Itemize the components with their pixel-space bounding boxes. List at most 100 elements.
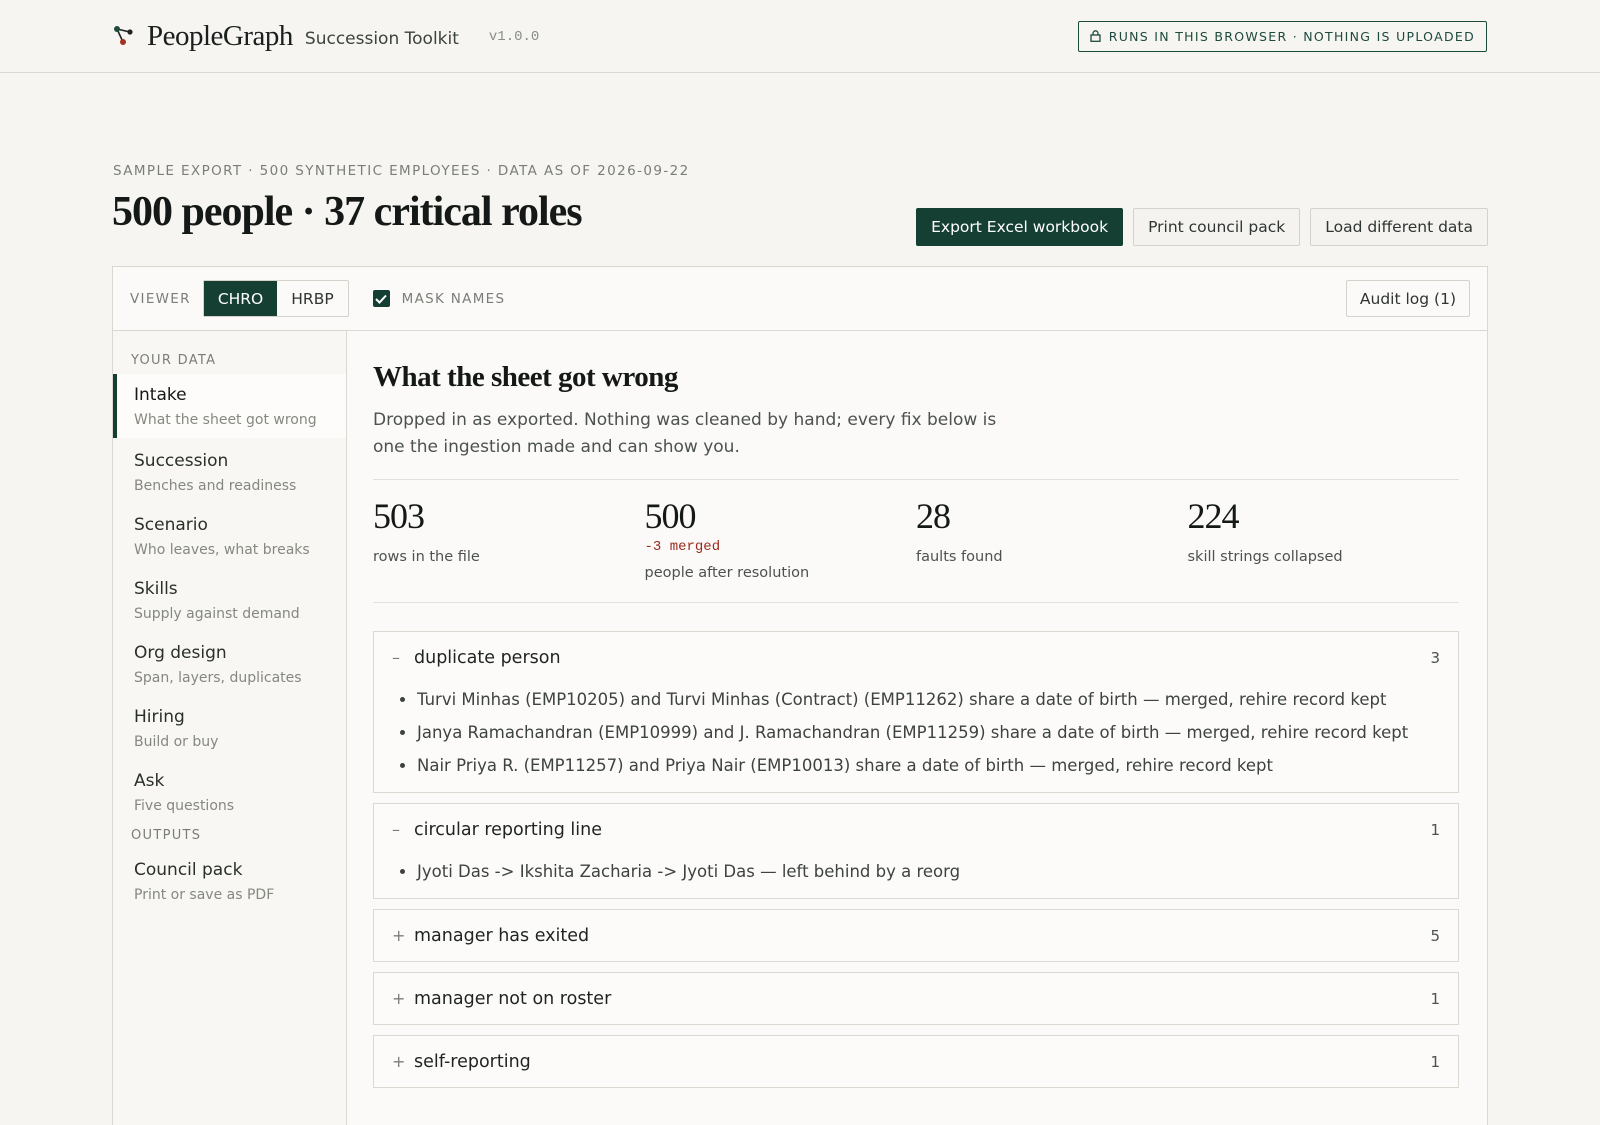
fault-item: Turvi Minhas (EMP10205) and Turvi Minhas… [417,683,1438,716]
expand-icon[interactable]: + [392,926,414,945]
stat-value: 224 [1187,496,1240,536]
section-description: Dropped in as exported. Nothing was clea… [373,410,997,457]
fault-manager-exited: + manager has exited 5 [373,909,1459,962]
divider [373,602,1459,603]
top-bar: PeopleGraph Succession Toolkit v1.0.0 RU… [0,0,1600,73]
fault-header[interactable]: – duplicate person 3 [374,632,1458,683]
brand[interactable]: PeopleGraph Succession Toolkit v1.0.0 [113,20,539,53]
sidebar-item-subtitle: Benches and readiness [134,478,297,494]
divider [373,479,1459,480]
stat-value: 503 [373,496,425,536]
sidebar-item-subtitle: Five questions [134,798,235,814]
viewer-switch: CHRO HRBP [202,280,349,317]
section-title: What the sheet got wrong [373,361,678,393]
mask-names-label: MASK NAMES [401,290,506,307]
fault-name: manager not on roster [414,988,612,1009]
stat-skills: 224 skill strings collapsed [1188,495,1460,581]
fault-count: 1 [1430,1052,1440,1071]
brand-name: PeopleGraph [147,19,293,52]
sidebar-item-scenario[interactable]: Scenario Who leaves, what breaks [113,504,346,568]
sidebar-item-title: Intake [134,385,187,405]
expand-icon[interactable]: + [392,1052,414,1071]
print-council-pack-button[interactable]: Print council pack [1133,208,1301,246]
fault-list: – duplicate person 3 Turvi Minhas (EMP10… [373,631,1459,1098]
fault-item: Jyoti Das -> Ikshita Zacharia -> Jyoti D… [417,855,1438,888]
intake-stats: 503 rows in the file 500 -3 merged peopl… [373,495,1459,581]
page-actions: Export Excel workbook Print council pack… [916,208,1488,246]
mask-names-toggle[interactable]: MASK NAMES [372,290,506,307]
audit-log-button[interactable]: Audit log (1) [1345,280,1470,317]
fault-count: 3 [1430,648,1440,667]
fault-name: self-reporting [414,1051,531,1072]
fault-count: 1 [1430,989,1440,1008]
viewer-option-hrbp[interactable]: HRBP [277,281,347,316]
fault-self-reporting: + self-reporting 1 [373,1035,1459,1088]
sidebar-item-subtitle: Build or buy [134,734,219,750]
check-icon [375,294,387,304]
mask-names-checkbox[interactable] [372,290,390,307]
expand-icon[interactable]: + [392,989,414,1008]
export-excel-button[interactable]: Export Excel workbook [916,208,1124,246]
sidebar-item-subtitle: Supply against demand [134,606,300,622]
fault-name: manager has exited [414,925,590,946]
sidebar-item-skills[interactable]: Skills Supply against demand [113,568,346,632]
sidebar-item-subtitle: Who leaves, what breaks [134,542,310,558]
sidebar-item-subtitle: What the sheet got wrong [134,412,317,428]
dataset-eyebrow: SAMPLE EXPORT · 500 SYNTHETIC EMPLOYEES … [113,163,690,179]
fault-item: Nair Priya R. (EMP11257) and Priya Nair … [417,749,1438,782]
sidebar-item-title: Hiring [134,707,185,727]
sidebar-item-subtitle: Span, layers, duplicates [134,670,302,686]
sidebar-item-hiring[interactable]: Hiring Build or buy [113,696,346,760]
sidebar-item-title: Succession [134,451,229,471]
collapse-icon[interactable]: – [392,648,414,667]
viewer-option-chro[interactable]: CHRO [203,281,278,316]
sidebar-item-org-design[interactable]: Org design Span, layers, duplicates [113,632,346,696]
fault-name: circular reporting line [414,819,603,840]
fault-items: Turvi Minhas (EMP10205) and Turvi Minhas… [374,683,1458,792]
stat-faults: 28 faults found [916,495,1188,581]
product-name: Succession Toolkit [304,29,459,49]
privacy-badge: RUNS IN THIS BROWSER · NOTHING IS UPLOAD… [1077,20,1487,52]
sidebar-item-title: Ask [134,771,165,791]
intake-content: What the sheet got wrong Dropped in as e… [373,331,1459,1125]
page-title: 500 people · 37 critical roles [112,189,583,235]
sidebar-section-data: YOUR DATA [131,353,217,368]
graph-logo-icon [114,26,133,45]
stat-label: faults found [916,549,1003,565]
stat-value: 28 [916,496,951,536]
fault-items: Jyoti Das -> Ikshita Zacharia -> Jyoti D… [374,855,1458,898]
stat-label: people after resolution [644,565,810,581]
fault-header[interactable]: + manager not on roster 1 [374,973,1458,1024]
sidebar-section-outputs: OUTPUTS [131,828,202,843]
fault-count: 1 [1430,820,1440,839]
sidebar-item-subtitle: Print or save as PDF [134,887,275,903]
viewer-bar: VIEWER CHRO HRBP MASK NAMES Audit log (1… [113,267,1487,331]
sidebar-item-title: Skills [134,579,178,599]
fault-header[interactable]: + manager has exited 5 [374,910,1458,961]
sidebar-item-title: Org design [134,643,227,663]
fault-header[interactable]: – circular reporting line 1 [374,804,1458,855]
privacy-text: RUNS IN THIS BROWSER · NOTHING IS UPLOAD… [1108,28,1475,44]
stat-people: 500 -3 merged people after resolution [645,495,917,581]
stat-delta: -3 merged [644,539,721,555]
stat-value: 500 [644,496,697,536]
fault-item: Janya Ramachandran (EMP10999) and J. Ram… [417,716,1438,749]
sidebar-item-succession[interactable]: Succession Benches and readiness [113,440,346,504]
version-label: v1.0.0 [488,29,540,45]
sidebar-item-ask[interactable]: Ask Five questions [113,760,346,824]
collapse-icon[interactable]: – [392,820,414,839]
sidebar-item-council-pack[interactable]: Council pack Print or save as PDF [113,849,346,913]
lock-icon [1090,30,1101,42]
fault-header[interactable]: + self-reporting 1 [374,1036,1458,1087]
main-panel: VIEWER CHRO HRBP MASK NAMES Audit log (1… [112,266,1488,1125]
stat-label: rows in the file [373,549,480,565]
sidebar-item-intake[interactable]: Intake What the sheet got wrong [113,374,346,438]
viewer-label: VIEWER [130,290,191,307]
sidebar-item-title: Council pack [134,860,243,880]
fault-name: duplicate person [414,647,561,668]
stat-label: skill strings collapsed [1187,549,1343,565]
sidebar-item-title: Scenario [134,515,208,535]
fault-circular-reporting: – circular reporting line 1 Jyoti Das ->… [373,803,1459,899]
fault-manager-not-on-roster: + manager not on roster 1 [373,972,1459,1025]
load-data-button[interactable]: Load different data [1310,208,1488,246]
